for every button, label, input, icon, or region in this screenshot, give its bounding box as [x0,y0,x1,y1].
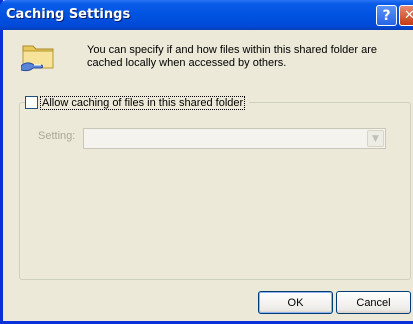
allow-caching-checkbox-row[interactable]: Allow caching of files in this shared fo… [25,95,250,110]
title-bar[interactable]: Caching Settings ? ✕ [0,0,413,30]
description-text: You can specify if and how files within … [87,44,378,69]
ok-button[interactable]: OK [258,291,333,314]
help-button[interactable]: ? [376,5,397,26]
close-button[interactable]: ✕ [399,5,413,26]
setting-label: Setting: [38,130,76,142]
chevron-down-icon[interactable]: ▼ [367,130,384,147]
setting-dropdown[interactable]: ▼ [83,128,386,149]
cancel-button[interactable]: Cancel [336,291,411,314]
allow-caching-checkbox[interactable] [25,96,38,109]
caching-settings-dialog: Caching Settings ? ✕ You can specify if … [0,0,413,324]
allow-caching-label[interactable]: Allow caching of files in this shared fo… [40,95,246,110]
window-title: Caching Settings [6,7,131,22]
shared-folder-icon [21,45,54,72]
